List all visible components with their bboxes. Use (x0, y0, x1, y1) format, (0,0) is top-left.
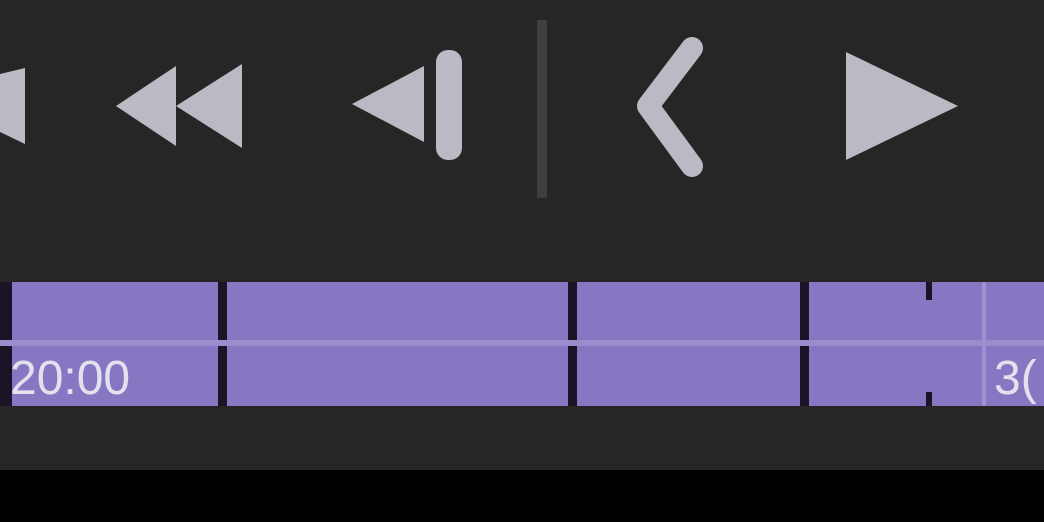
timeline-tick (800, 282, 809, 406)
step-back-button[interactable] (348, 48, 468, 164)
timeline-track[interactable]: 20:00 3( (0, 282, 1044, 406)
player-window: 20:00 3( (0, 0, 1044, 470)
step-back-icon (352, 50, 462, 160)
timeline-tick (218, 282, 227, 406)
bottom-bar (0, 470, 1044, 522)
timeline-time-label: 20:00 (10, 352, 131, 405)
toolbar-divider (537, 20, 547, 198)
timeline-time-label: 3( (994, 352, 1037, 405)
timeline-tick (568, 282, 577, 406)
skip-to-start-icon (0, 68, 25, 144)
previous-button[interactable] (630, 36, 710, 178)
skip-to-start-button[interactable] (0, 60, 30, 150)
timeline-playhead-guide (982, 282, 986, 406)
timeline-minor-tick (926, 392, 932, 406)
timeline-minor-tick (926, 282, 932, 300)
rewind-button[interactable] (112, 60, 248, 152)
timeline-midline (0, 340, 1044, 346)
play-button[interactable] (842, 50, 962, 162)
play-icon (846, 52, 958, 160)
rewind-icon (116, 64, 242, 148)
chevron-left-icon (637, 37, 703, 177)
